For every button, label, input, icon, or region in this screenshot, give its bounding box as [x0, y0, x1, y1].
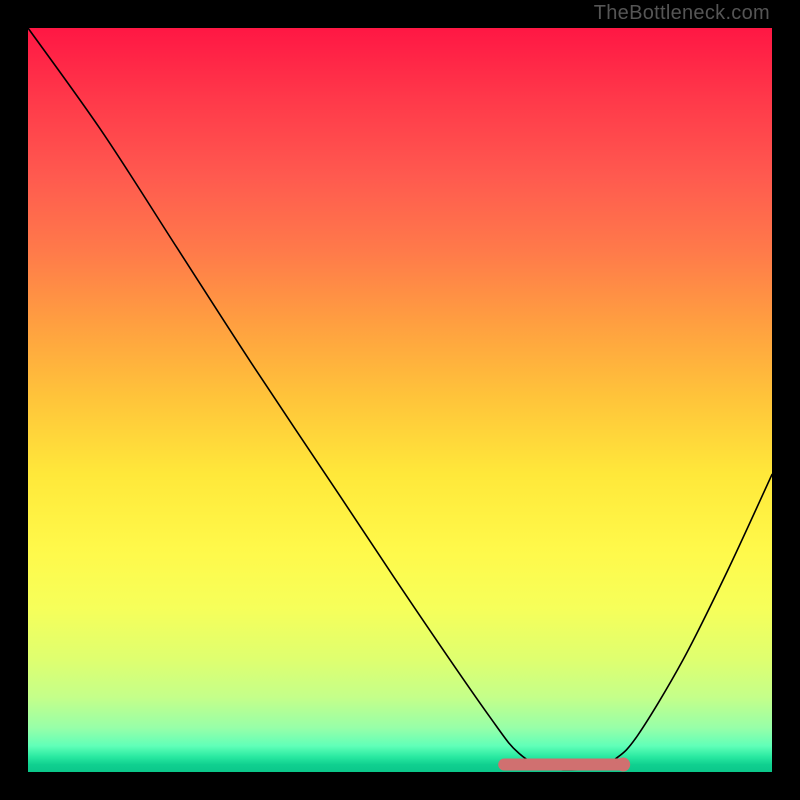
watermark-text: TheBottleneck.com: [594, 2, 770, 25]
chart-container: TheBottleneck.com: [0, 0, 800, 800]
curve-layer: [28, 28, 772, 772]
plot-area: [28, 28, 772, 772]
flat-region-end-dot: [616, 758, 630, 772]
bottleneck-curve: [28, 28, 772, 770]
